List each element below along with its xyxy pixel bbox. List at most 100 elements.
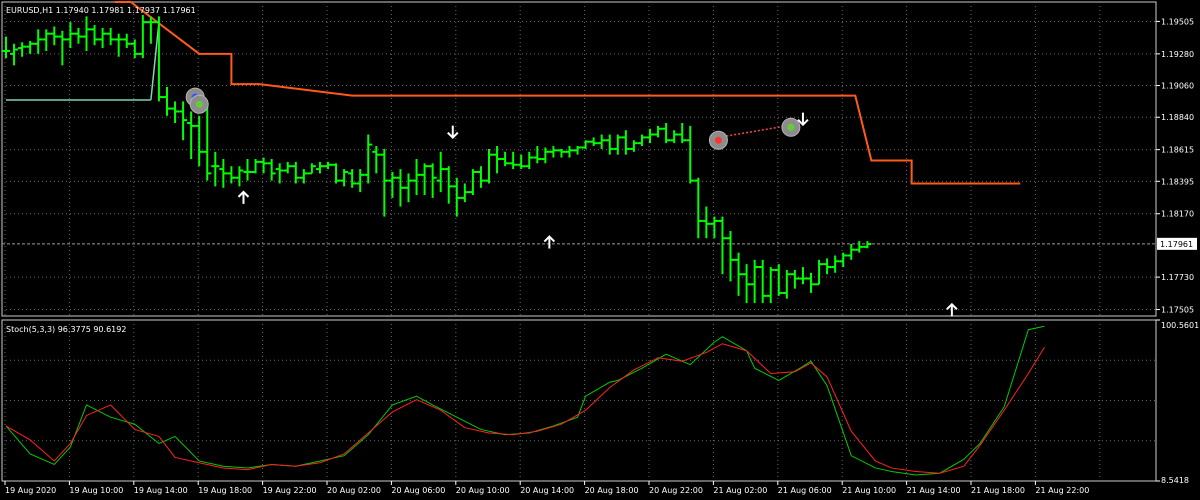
time-tick-label: 20 Aug 02:00 (327, 486, 381, 495)
ohlc-bar (412, 159, 421, 196)
ohlc-bar (549, 146, 558, 158)
time-tick-label: 20 Aug 18:00 (585, 486, 639, 495)
time-tick-label: 21 Aug 06:00 (778, 486, 832, 495)
ohlc-bar (106, 27, 115, 46)
ohlc-bar (74, 27, 83, 44)
ohlc-bar (50, 26, 59, 46)
time-tick-label: 20 Aug 14:00 (520, 486, 574, 495)
current-price-label: 1.17961 (1160, 240, 1193, 249)
ohlc-bar (444, 166, 453, 204)
ohlc-bar (565, 146, 574, 158)
ohlc-bar (629, 140, 638, 152)
ohlc-bar (219, 159, 228, 188)
time-tick-label: 19 Aug 18:00 (198, 486, 252, 495)
lower-connector-line (150, 22, 160, 101)
time-tick-label: 21 Aug 14:00 (907, 486, 961, 495)
upper-line (114, 0, 1021, 185)
ohlc-bar (557, 148, 566, 158)
signal-arrows (237, 112, 958, 317)
ohlc-bar (654, 125, 663, 138)
ohlc-bar (710, 216, 719, 239)
ohlc-bar (839, 252, 848, 268)
price-tick-label: 1.18170 (1161, 210, 1194, 219)
ohlc-bar (243, 159, 252, 181)
price-tick-label: 1.18840 (1161, 113, 1194, 122)
price-tick-label: 1.19280 (1161, 50, 1194, 59)
trade-marker-icon (189, 94, 209, 114)
trade-marker-icon (781, 117, 801, 137)
price-bars (2, 14, 872, 304)
ohlc-bar (138, 14, 147, 59)
ohlc-bar (130, 39, 139, 59)
stochastic-tick-label: 8.5418 (1161, 476, 1189, 485)
ohlc-bar (847, 243, 856, 260)
sell-arrow-icon (447, 125, 459, 140)
price-pane-frame (1, 1, 1157, 317)
ohlc-bar (267, 159, 276, 181)
ohlc-bar (251, 159, 260, 174)
chart-title: EURUSD,H1 1.17940 1.17981 1.17937 1.1796… (6, 6, 196, 15)
ohlc-bar (501, 151, 510, 167)
ohlc-bar (686, 125, 695, 184)
time-tick-label: 21 Aug 18:00 (971, 486, 1025, 495)
trade-marker-dot (787, 123, 795, 131)
ohlc-bar (468, 169, 477, 196)
ohlc-bar (525, 151, 534, 170)
ohlc-bar (122, 33, 131, 49)
ohlc-bar (621, 130, 630, 155)
buy-arrow-icon (946, 302, 958, 317)
ohlc-bar (90, 25, 99, 46)
ohlc-bar (533, 146, 542, 164)
price-tick-label: 1.19505 (1161, 17, 1194, 26)
ohlc-bar (798, 267, 807, 285)
ohlc-bar (154, 16, 163, 102)
ohlc-bar (573, 146, 582, 155)
ohlc-bar (589, 137, 598, 147)
ohlc-bar (726, 231, 735, 282)
ohlc-bar (517, 154, 526, 170)
price-pane: 1.19505 1.19280 1.19060 1.18840 1.18615 1.183… (1, 0, 1197, 317)
ohlc-bar (476, 166, 485, 188)
ohlc-bar (340, 169, 349, 187)
ohlc-bar (259, 157, 268, 174)
sell-arrow-icon (797, 112, 809, 127)
ohlc-bar (42, 29, 51, 51)
time-tick-label: 19 Aug 2020 (5, 486, 56, 495)
trade-marker-dot (714, 136, 722, 144)
time-tick-label: 19 Aug 22:00 (263, 486, 317, 495)
ohlc-bar (420, 163, 429, 196)
ohlc-bar (790, 269, 799, 289)
ohlc-bar (283, 161, 292, 174)
ohlc-bar (364, 134, 373, 184)
ohlc-bar (436, 151, 445, 193)
ohlc-bar (34, 29, 43, 54)
ohlc-bar (581, 140, 590, 149)
ohlc-bar (855, 241, 864, 253)
ohlc-bar (291, 161, 300, 184)
ohlc-bar (307, 163, 316, 175)
ohlc-bar (823, 258, 832, 275)
buy-arrow-icon (237, 190, 250, 204)
ohlc-bar (388, 171, 397, 198)
ohlc-bar (750, 259, 759, 304)
time-tick-label: 21 Aug 22:00 (1035, 486, 1089, 495)
ohlc-bar (187, 111, 196, 159)
ohlc-bar (485, 148, 493, 184)
time-tick-label: 20 Aug 10:00 (456, 486, 510, 495)
ohlc-bar (782, 269, 791, 299)
ohlc-bar (58, 30, 67, 66)
ohlc-bar (356, 169, 365, 193)
price-tick-label: 1.18615 (1161, 146, 1194, 155)
ohlc-bar (275, 163, 284, 184)
ohlc-bar (195, 115, 204, 167)
stochastic-lines (5, 325, 1045, 476)
ohlc-bar (235, 166, 244, 187)
ohlc-bar (98, 27, 107, 49)
price-grid (2, 2, 1156, 316)
ohlc-bar (114, 33, 123, 57)
time-tick-label: 21 Aug 02:00 (713, 486, 767, 495)
ohlc-bar (863, 241, 872, 249)
ohlc-bar (348, 169, 357, 188)
time-tick-label: 19 Aug 10:00 (69, 486, 123, 495)
price-tick-label: 1.19060 (1161, 82, 1194, 91)
